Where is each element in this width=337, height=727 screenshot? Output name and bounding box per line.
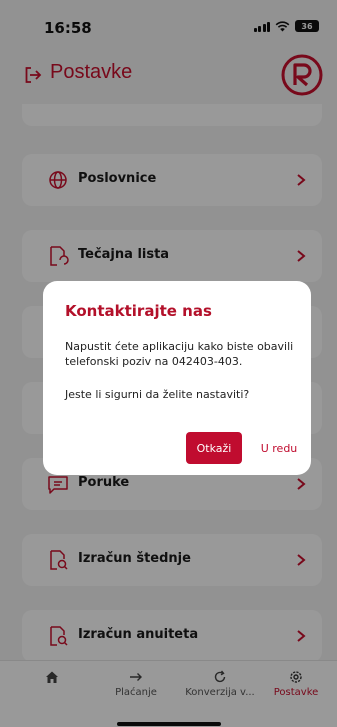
contact-dialog: Kontaktirajte nas Napustit ćete aplikaci…: [43, 281, 311, 475]
dialog-message: Napustit ćete aplikaciju kako biste obav…: [65, 340, 294, 368]
cancel-button[interactable]: Otkaži: [186, 432, 242, 464]
dialog-title: Kontaktirajte nas: [65, 302, 212, 320]
ok-button[interactable]: U redu: [251, 432, 307, 464]
dialog-question: Jeste li sigurni da želite nastaviti?: [65, 388, 250, 401]
